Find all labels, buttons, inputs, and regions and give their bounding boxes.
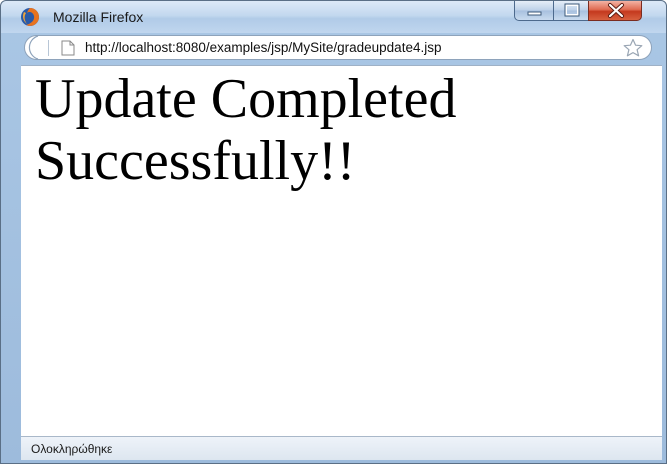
title-bar[interactable]: Mozilla Firefox xyxy=(1,1,666,33)
star-icon[interactable] xyxy=(622,38,644,58)
close-icon xyxy=(608,3,624,18)
maximize-button[interactable] xyxy=(553,1,589,21)
minimize-icon xyxy=(527,11,542,16)
status-bar: Ολοκληρώθηκε xyxy=(21,436,662,460)
back-button-edge[interactable] xyxy=(24,35,44,60)
address-bar[interactable]: http://localhost:8080/examples/jsp/MySit… xyxy=(24,35,652,60)
maximize-icon xyxy=(564,3,580,17)
status-text: Ολοκληρώθηκε xyxy=(31,442,113,456)
page-content: Update Completed Successfully!! xyxy=(21,65,662,437)
url-text[interactable]: http://localhost:8080/examples/jsp/MySit… xyxy=(85,40,441,55)
page-heading: Update Completed Successfully!! xyxy=(35,68,457,192)
window-title: Mozilla Firefox xyxy=(53,9,144,25)
address-divider xyxy=(48,40,49,56)
close-button[interactable] xyxy=(588,1,642,21)
firefox-icon xyxy=(21,8,39,26)
minimize-button[interactable] xyxy=(514,1,554,21)
navigation-bar: http://localhost:8080/examples/jsp/MySit… xyxy=(15,33,656,63)
browser-window: Mozilla Firefox http://localhost:8080/ex… xyxy=(0,0,667,464)
page-icon xyxy=(61,40,75,56)
